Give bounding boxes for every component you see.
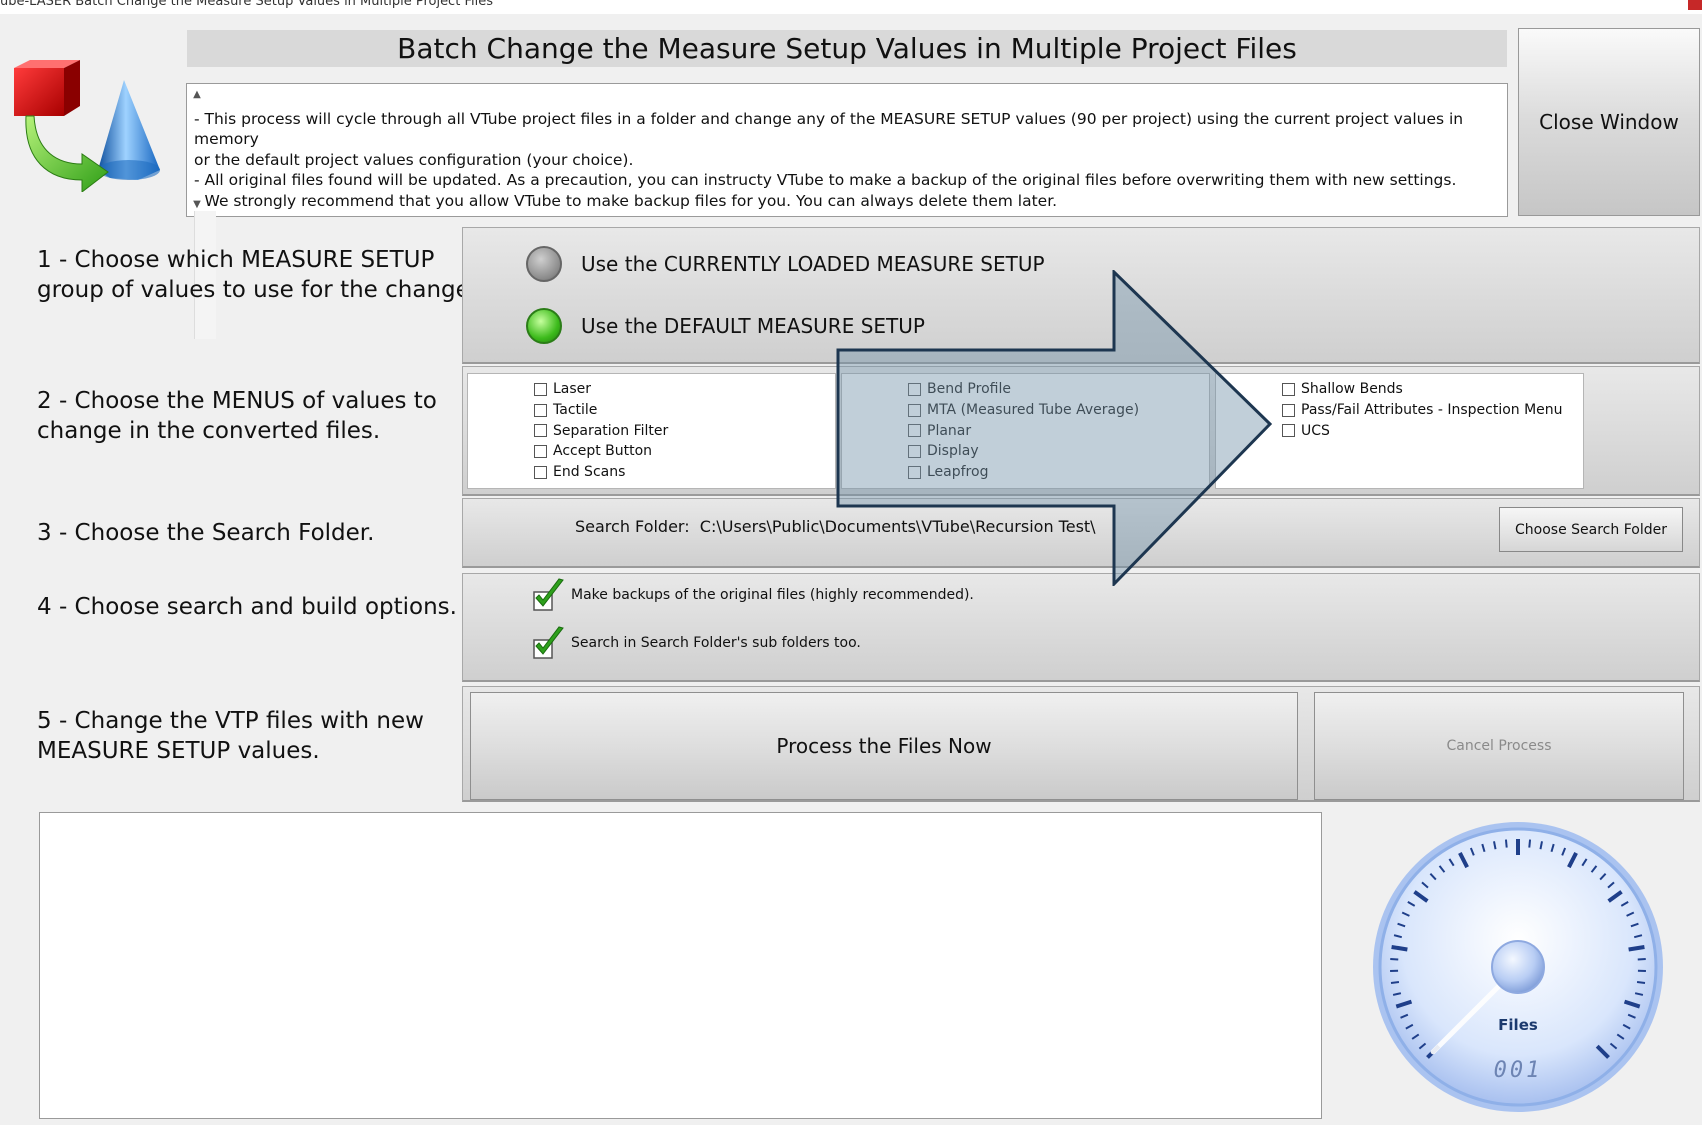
- checkbox-label: End Scans: [553, 464, 626, 481]
- radio-off-icon[interactable]: [526, 246, 562, 282]
- checkbox-planar[interactable]: Planar: [908, 420, 1139, 441]
- checkbox-bend-profile[interactable]: Bend Profile: [908, 379, 1139, 400]
- check-icon[interactable]: [533, 578, 565, 612]
- gauge-minor-tick: [1504, 839, 1508, 848]
- window-title-bar: ube-LASER Batch Change the Measure Setup…: [0, 0, 1702, 14]
- option-make-backups-label: Make backups of the original files (high…: [571, 587, 974, 603]
- radio-default-label: Use the DEFAULT MEASURE SETUP: [581, 314, 925, 338]
- checkbox-label: MTA (Measured Tube Average): [927, 402, 1140, 419]
- search-folder-panel: Search Folder: C:\Users\Public\Documents…: [462, 498, 1700, 568]
- checkbox-icon[interactable]: [908, 444, 921, 458]
- checkbox-icon[interactable]: [908, 465, 921, 479]
- process-files-button[interactable]: Process the Files Now: [470, 692, 1298, 800]
- checkbox-ucs[interactable]: UCS: [1282, 420, 1563, 441]
- checkbox-icon[interactable]: [1282, 424, 1295, 438]
- step-4-label: 4 - Choose search and build options.: [37, 594, 457, 620]
- window-title: ube-LASER Batch Change the Measure Setup…: [0, 0, 493, 9]
- checkbox-label: UCS: [1301, 422, 1330, 439]
- gauge-minor-tick: [1636, 981, 1646, 985]
- step-5-label: 5 - Change the VTP files with new MEASUR…: [37, 708, 424, 764]
- window-close-icon[interactable]: [1688, 0, 1702, 10]
- checkbox-icon[interactable]: [908, 382, 921, 396]
- gauge-minor-tick: [1390, 957, 1399, 961]
- gauge-major-tick: [1628, 945, 1645, 952]
- options-panel: Make backups of the original files (high…: [462, 573, 1700, 682]
- checkbox-label: Accept Button: [553, 443, 653, 460]
- checkbox-label: Separation Filter: [553, 422, 669, 439]
- step-2-label: 2 - Choose the MENUS of values to change…: [37, 388, 437, 444]
- step-3-label: 3 - Choose the Search Folder.: [37, 520, 375, 546]
- checkbox-label: Planar: [927, 422, 972, 439]
- step-1-label: 1 - Choose which MEASURE SETUP group of …: [37, 247, 478, 303]
- checkbox-label: Pass/Fail Attributes - Inspection Menu: [1301, 402, 1563, 419]
- checkbox-icon[interactable]: [534, 465, 547, 479]
- gauge-value: 001: [1493, 1058, 1543, 1083]
- page-title: Batch Change the Measure Setup Values in…: [187, 30, 1507, 67]
- checkbox-icon[interactable]: [1282, 403, 1295, 417]
- checkbox-accept-button[interactable]: Accept Button: [534, 441, 668, 462]
- choose-search-folder-button[interactable]: Choose Search Folder: [1499, 507, 1683, 552]
- setup-choice-panel: Use the CURRENTLY LOADED MEASURE SETUP U…: [462, 227, 1700, 364]
- description-text: - This process will cycle through all VT…: [194, 109, 1464, 210]
- checkbox-label: Leapfrog: [927, 464, 989, 481]
- checkbox-icon[interactable]: [534, 382, 547, 396]
- checkbox-end-scans[interactable]: End Scans: [534, 462, 668, 483]
- gauge-minor-tick: [1528, 839, 1532, 848]
- gauge-minor-tick: [1637, 957, 1646, 961]
- checkbox-icon[interactable]: [908, 403, 921, 417]
- option-search-subfolders[interactable]: Search in Search Folder's sub folders to…: [533, 626, 861, 660]
- cancel-process-button[interactable]: Cancel Process: [1314, 692, 1684, 800]
- option-search-subfolders-label: Search in Search Folder's sub folders to…: [571, 635, 861, 651]
- checkbox-icon[interactable]: [1282, 382, 1295, 396]
- radio-on-icon[interactable]: [526, 308, 562, 344]
- search-folder-path: Search Folder: C:\Users\Public\Documents…: [575, 517, 1096, 536]
- scroll-down-icon[interactable]: ▼: [190, 198, 204, 212]
- checkbox-label: Tactile: [553, 402, 598, 419]
- checkbox-laser[interactable]: Laser: [534, 379, 668, 400]
- gauge-label: Files: [1498, 1016, 1538, 1034]
- app-logo-icon: [14, 60, 160, 192]
- menus-column-2: Bend Profile MTA (Measured Tube Average)…: [841, 373, 1210, 489]
- checkbox-label: Laser: [553, 381, 592, 398]
- checkbox-icon[interactable]: [534, 424, 547, 438]
- checkbox-separation-filter[interactable]: Separation Filter: [534, 420, 668, 441]
- option-make-backups[interactable]: Make backups of the original files (high…: [533, 578, 974, 612]
- checkbox-leapfrog[interactable]: Leapfrog: [908, 462, 1139, 483]
- log-output-box[interactable]: [39, 812, 1322, 1119]
- checkbox-tactile[interactable]: Tactile: [534, 400, 668, 421]
- menus-column-1: Laser Tactile Separation Filter Accept B…: [467, 373, 836, 489]
- radio-currently-loaded-label: Use the CURRENTLY LOADED MEASURE SETUP: [581, 252, 1045, 276]
- checkbox-icon[interactable]: [534, 403, 547, 417]
- checkbox-pass-fail-attributes[interactable]: Pass/Fail Attributes - Inspection Menu: [1282, 400, 1563, 421]
- checkbox-mta[interactable]: MTA (Measured Tube Average): [908, 400, 1139, 421]
- checkbox-icon[interactable]: [534, 444, 547, 458]
- radio-default[interactable]: Use the DEFAULT MEASURE SETUP: [526, 308, 925, 344]
- checkbox-display[interactable]: Display: [908, 441, 1139, 462]
- gauge-minor-tick: [1390, 981, 1400, 985]
- checkbox-shallow-bends[interactable]: Shallow Bends: [1282, 379, 1563, 400]
- close-window-button[interactable]: Close Window: [1518, 28, 1700, 216]
- menus-panel: Laser Tactile Separation Filter Accept B…: [462, 366, 1700, 496]
- checkbox-label: Display: [927, 443, 979, 460]
- gauge-major-tick: [1391, 945, 1408, 952]
- actions-panel: Process the Files Now Cancel Process: [462, 686, 1700, 802]
- menus-column-3: Shallow Bends Pass/Fail Attributes - Ins…: [1215, 373, 1584, 489]
- scroll-up-icon[interactable]: ▲: [190, 88, 204, 102]
- checkbox-label: Bend Profile: [927, 381, 1011, 398]
- radio-currently-loaded[interactable]: Use the CURRENTLY LOADED MEASURE SETUP: [526, 246, 1045, 282]
- checkbox-label: Shallow Bends: [1301, 381, 1403, 398]
- description-textbox[interactable]: - This process will cycle through all VT…: [186, 83, 1508, 339]
- files-gauge: Files 001: [1371, 820, 1665, 1114]
- checkbox-icon[interactable]: [908, 424, 921, 438]
- check-icon[interactable]: [533, 626, 565, 660]
